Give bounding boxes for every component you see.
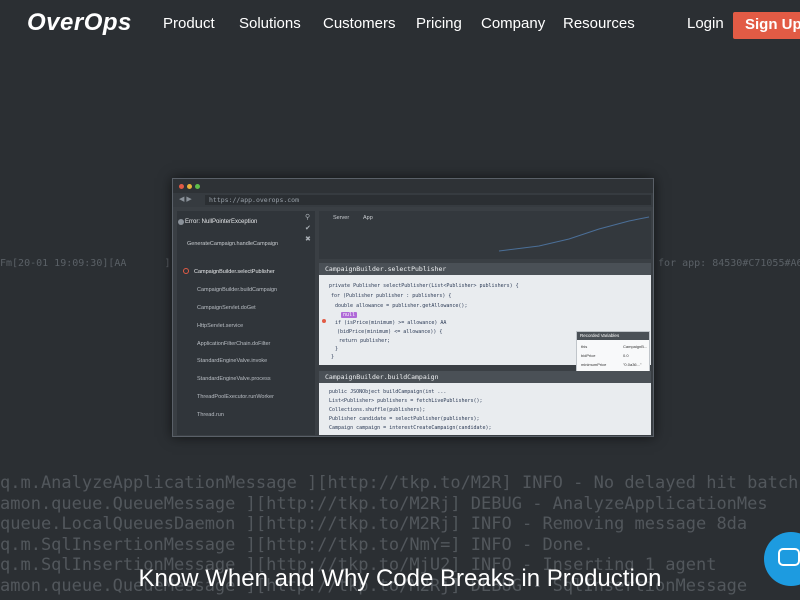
error-icon: [178, 219, 184, 225]
error-title: Error: NullPointerException: [185, 219, 258, 225]
minimize-dot-icon: [187, 184, 192, 189]
stack-frame: StandardEngineValve.invoke: [197, 358, 268, 364]
code-line: Publisher candidate = selectPublisher(pu…: [329, 416, 480, 422]
variable-value: "0.0a36...": [623, 362, 642, 367]
code-line: for (Publisher publisher : publishers) {: [331, 293, 452, 299]
signup-button[interactable]: Sign Up: [733, 12, 800, 39]
top-navigation: OverOps Product Solutions Customers Pric…: [0, 0, 800, 48]
null-badge: null: [341, 312, 358, 318]
code-block-title: CampaignBuilder.selectPublisher: [319, 263, 651, 275]
log-line: amon.queue.QueueMessage ][http://tkp.to/…: [0, 493, 768, 514]
nav-solutions[interactable]: Solutions: [239, 15, 301, 32]
maximize-dot-icon: [195, 184, 200, 189]
timeline-graph: [498, 216, 650, 252]
stack-frame: CampaignServlet.doGet: [197, 305, 256, 311]
check-icon: ✔: [305, 225, 311, 232]
error-panel: Error: NullPointerException GenerateCamp…: [177, 211, 315, 435]
bookmark-icon: ⚲: [305, 214, 311, 221]
error-line-marker-icon: [322, 319, 326, 323]
stack-frame: Thread.run: [197, 412, 224, 418]
code-line: double allowance = publisher.getAllowanc…: [335, 303, 468, 309]
address-bar: https://app.overops.com: [205, 195, 651, 205]
nav-resources[interactable]: Resources: [563, 15, 635, 32]
variables-title: Recorded Variables: [577, 332, 649, 340]
app-preview-window: ◀ ▶ https://app.overops.com Error: NullP…: [172, 178, 654, 437]
window-titlebar: [173, 179, 653, 193]
chat-bubble-icon: [778, 548, 800, 566]
variable-value: CampaignB...: [623, 344, 648, 349]
variable-name: bidPrice: [581, 353, 596, 358]
code-line: private Publisher selectPublisher(List<P…: [329, 283, 519, 289]
code-block-select-publisher: CampaignBuilder.selectPublisher private …: [319, 263, 651, 398]
nav-product[interactable]: Product: [163, 15, 215, 32]
code-line: Campaign campaign = interestCreateCampai…: [329, 425, 492, 431]
stack-frame: ThreadPoolExecutor.runWorker: [197, 394, 274, 400]
log-line: queue.LocalQueuesDaemon ][http://tkp.to/…: [0, 514, 748, 534]
stack-frame: CampaignBuilder.selectPublisher: [194, 269, 275, 275]
error-frame-icon: [183, 268, 189, 274]
variable-name: minimumPrice: [581, 362, 607, 367]
code-line: if (isPrice(minimum) >= allowance) AA: [335, 320, 447, 326]
code-line: }: [335, 346, 339, 352]
log-mid-right: s for app: 84530#C71055#A683: [646, 258, 800, 269]
stack-frame: HttpServlet.service: [197, 323, 244, 329]
log-line: q.m.SqlInsertionMessage ][http://tkp.to/…: [0, 534, 594, 555]
stack-frame: CampaignBuilder.buildCampaign: [197, 287, 278, 293]
close-icon: ✖: [305, 236, 311, 243]
code-block-build-campaign: CampaignBuilder.buildCampaign public JSO…: [319, 371, 651, 435]
nav-company[interactable]: Company: [481, 15, 545, 32]
code-line: public JSONObject buildCampaign(int ...: [329, 389, 447, 395]
variable-name: this: [581, 344, 588, 349]
error-location: GenerateCampaign.handleCampaign: [187, 241, 279, 247]
log-mid-left: Fm[20-01 19:09:30][AA: [0, 258, 127, 269]
stack-frame: StandardEngineValve.process: [197, 376, 271, 382]
stack-frame: ApplicationFilterChain.doFilter: [197, 341, 271, 347]
code-line: Collections.shuffle(publishers);: [329, 407, 426, 413]
action-icons: ⚲ ✔ ✖: [305, 213, 315, 243]
log-line: q.m.AnalyzeApplicationMessage ][http://t…: [0, 473, 799, 493]
back-forward-icon: ◀ ▶: [179, 196, 192, 203]
code-line: List<Publisher> publishers = fetchLivePu…: [329, 398, 483, 404]
login-link[interactable]: Login: [687, 15, 724, 32]
app-body: Error: NullPointerException GenerateCamp…: [173, 207, 653, 436]
overops-logo[interactable]: OverOps: [27, 9, 132, 37]
code-line: (bidPrice(minimum) <= allowance)) {: [337, 329, 443, 335]
variable-value: 0.0: [623, 353, 629, 358]
nav-pricing[interactable]: Pricing: [416, 15, 462, 32]
code-line: return publisher;: [339, 338, 391, 344]
filter-panel: Server App: [319, 211, 651, 259]
address-row: ◀ ▶ https://app.overops.com: [173, 193, 653, 207]
close-dot-icon: [179, 184, 184, 189]
hero-headline: Know When and Why Code Breaks in Product…: [138, 565, 662, 592]
code-block-title: CampaignBuilder.buildCampaign: [319, 371, 651, 383]
code-line: }: [331, 354, 335, 360]
nav-customers[interactable]: Customers: [323, 15, 396, 32]
